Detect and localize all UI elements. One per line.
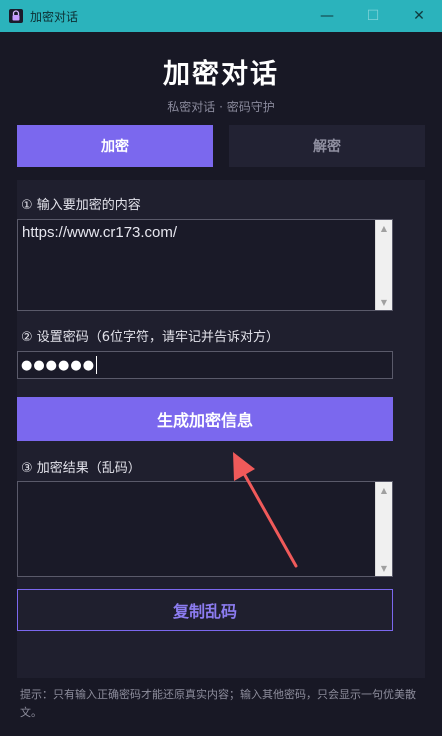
minimize-button[interactable]: —: [304, 0, 350, 32]
page-title: 加密对话: [163, 59, 279, 90]
hint-text: 提示：只有输入正确密码才能还原真实内容；输入其他密码，只会显示一句优美散文。: [20, 688, 416, 719]
copy-ciphertext-button[interactable]: 复制乱码: [17, 589, 393, 631]
close-button[interactable]: ✕: [396, 0, 442, 32]
tab-encrypt[interactable]: 加密: [17, 125, 213, 167]
page-subtitle: 私密对话 · 密码守护: [167, 100, 275, 114]
maximize-button[interactable]: ☐: [350, 0, 396, 32]
triangle-down-icon[interactable]: ▼: [376, 294, 392, 310]
password-input[interactable]: ●●●●●●: [17, 351, 393, 379]
content-text: https://www.cr173.com/: [22, 224, 178, 241]
content-label: ① 输入要加密的内容: [21, 198, 141, 213]
content-textarea[interactable]: https://www.cr173.com/ ▲ ▼: [17, 219, 393, 311]
app-header: 加密对话 私密对话 · 密码守护: [0, 32, 442, 115]
window-titlebar: 加密对话 — ☐ ✕: [0, 0, 442, 32]
result-label: ③ 加密结果（乱码）: [21, 461, 141, 476]
triangle-up-icon[interactable]: ▲: [376, 482, 392, 498]
window-title: 加密对话: [30, 9, 79, 24]
result-textarea[interactable]: ▲ ▼: [17, 481, 393, 577]
generate-encrypted-button[interactable]: 生成加密信息: [17, 397, 393, 441]
content-scrollbar[interactable]: ▲ ▼: [375, 220, 392, 310]
password-label: ② 设置密码（6位字符，请牢记并告诉对方）: [21, 330, 280, 345]
text-caret: [96, 356, 98, 374]
encrypt-panel: ① 输入要加密的内容 https://www.cr173.com/ ▲ ▼ ② …: [17, 180, 425, 678]
window-controls: — ☐ ✕: [304, 0, 442, 32]
triangle-up-icon[interactable]: ▲: [376, 220, 392, 236]
triangle-down-icon[interactable]: ▼: [376, 560, 392, 576]
tab-decrypt[interactable]: 解密: [229, 125, 425, 167]
lock-icon: [9, 9, 23, 23]
result-scrollbar[interactable]: ▲ ▼: [375, 482, 392, 576]
password-mask: ●●●●●●: [21, 357, 96, 373]
